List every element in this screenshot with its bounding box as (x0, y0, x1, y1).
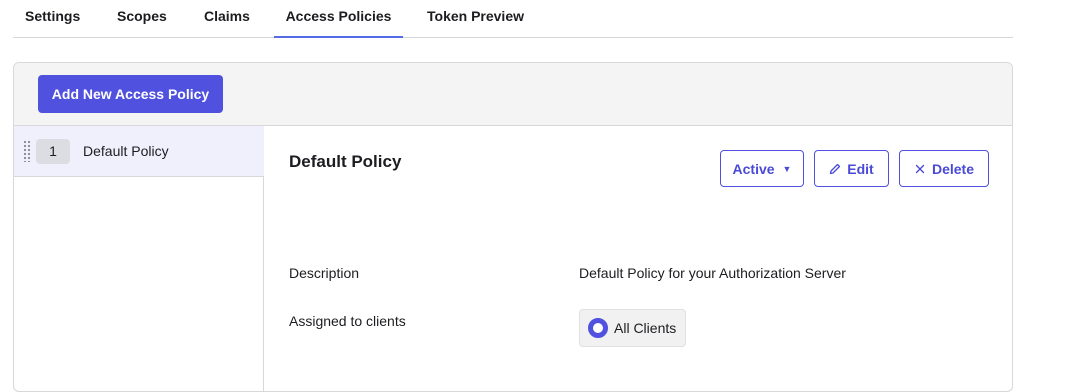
tab-token-preview[interactable]: Token Preview (427, 0, 524, 38)
policy-name: Default Policy (83, 143, 169, 159)
priority-badge: 1 (36, 139, 70, 164)
policy-list: 1 Default Policy (14, 126, 264, 391)
policy-detail: Default Policy Active ▼ Edit Delete Desc… (265, 126, 1012, 391)
tab-settings[interactable]: Settings (25, 0, 80, 38)
status-dropdown-button[interactable]: Active ▼ (720, 150, 804, 187)
description-label: Description (289, 265, 360, 281)
tab-claims[interactable]: Claims (204, 0, 250, 38)
assigned-clients-value: All Clients (614, 320, 677, 336)
tab-bar: Settings Scopes Claims Access Policies T… (13, 0, 1013, 38)
panel-header: Add New Access Policy (14, 63, 1012, 126)
drag-handle-icon[interactable] (23, 140, 31, 162)
tab-access-policies[interactable]: Access Policies (274, 0, 403, 38)
assigned-clients-chip: All Clients (579, 309, 686, 347)
pencil-icon (830, 163, 841, 174)
policy-title: Default Policy (289, 152, 402, 171)
delete-button[interactable]: Delete (899, 150, 989, 187)
tab-scopes[interactable]: Scopes (117, 0, 167, 38)
edit-button[interactable]: Edit (814, 150, 889, 187)
assigned-clients-label: Assigned to clients (289, 313, 406, 329)
description-value: Default Policy for your Authorization Se… (579, 265, 846, 281)
delete-label: Delete (931, 160, 975, 177)
close-icon (915, 164, 925, 173)
radio-icon (588, 318, 608, 338)
access-policies-panel: Add New Access Policy 1 Default Policy D… (13, 62, 1013, 392)
add-access-policy-button[interactable]: Add New Access Policy (38, 75, 223, 113)
caret-down-icon: ▼ (782, 163, 792, 174)
status-label: Active (732, 160, 775, 177)
edit-label: Edit (847, 160, 874, 177)
policy-list-item[interactable]: 1 Default Policy (14, 126, 264, 177)
